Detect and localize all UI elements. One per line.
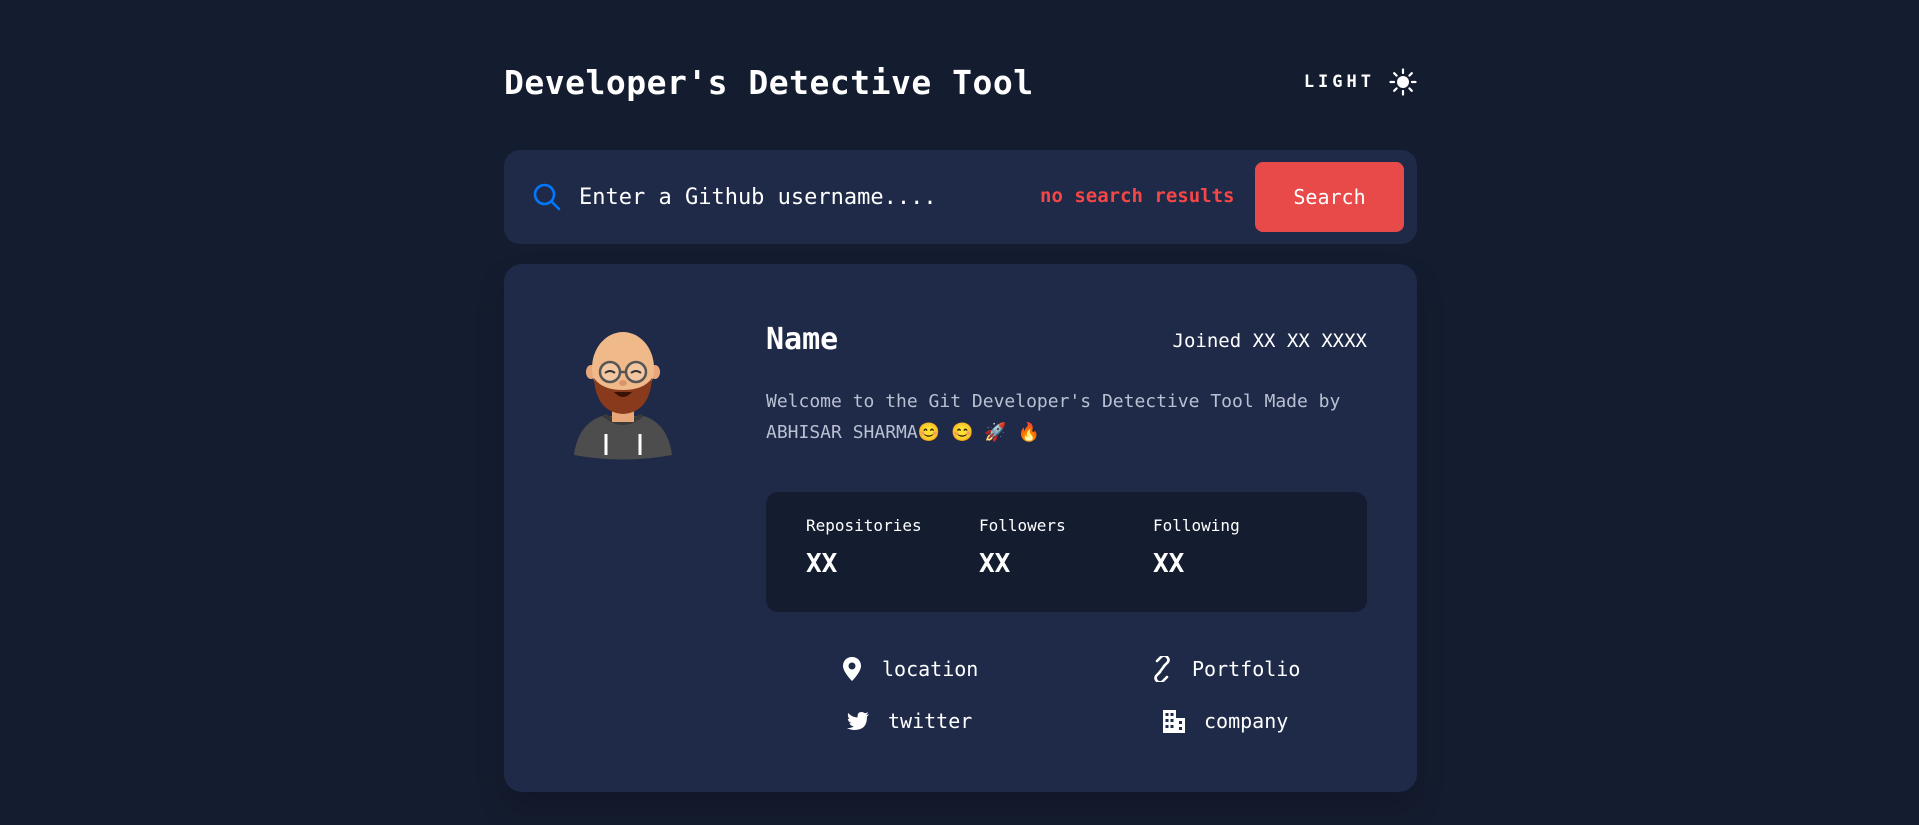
profile-bio: Welcome to the Git Developer's Detective… <box>766 391 1341 443</box>
location-label[interactable]: location <box>882 657 978 681</box>
company-label[interactable]: company <box>1204 709 1288 733</box>
stat-following: Following XX <box>1153 516 1323 579</box>
joined-date: Joined XX XX XXXX <box>1172 330 1367 352</box>
search-input[interactable] <box>579 175 999 219</box>
location-link[interactable]: location <box>840 656 978 682</box>
theme-toggle[interactable]: LIGHT <box>1304 68 1417 96</box>
building-icon <box>1163 710 1185 733</box>
sun-icon[interactable] <box>1389 68 1417 96</box>
profile-card: Name Joined XX XX XXXX Welcome to the Gi… <box>504 264 1417 792</box>
search-button[interactable]: Search <box>1255 162 1404 232</box>
link-icon <box>1154 656 1170 682</box>
location-pin-icon <box>843 657 861 681</box>
stat-label: Followers <box>979 516 1066 535</box>
app-title: Developer's Detective Tool <box>504 62 1034 102</box>
stats-panel: Repositories XX Followers XX Following X… <box>766 492 1367 612</box>
portfolio-label[interactable]: Portfolio <box>1192 657 1300 681</box>
portfolio-link[interactable]: Portfolio <box>1150 656 1300 682</box>
twitter-label[interactable]: twitter <box>888 709 972 733</box>
profile-name: Name <box>766 322 839 357</box>
header: Developer's Detective Tool LIGHT <box>504 58 1417 106</box>
theme-toggle-label[interactable]: LIGHT <box>1304 72 1375 92</box>
stat-label: Repositories <box>806 516 922 535</box>
search-icon <box>533 183 561 211</box>
stat-followers: Followers XX <box>979 516 1149 579</box>
search-status-text: no search results <box>1040 185 1235 207</box>
stat-value: XX <box>806 549 838 579</box>
twitter-link[interactable]: twitter <box>846 708 972 734</box>
stat-value: XX <box>979 549 1011 579</box>
avatar-icon <box>574 332 672 460</box>
stat-repositories: Repositories XX <box>806 516 976 579</box>
stat-value: XX <box>1153 549 1185 579</box>
twitter-icon <box>847 712 869 730</box>
search-bar: no search results Search <box>504 150 1417 244</box>
stat-label: Following <box>1153 516 1240 535</box>
company-link[interactable]: company <box>1162 708 1288 734</box>
